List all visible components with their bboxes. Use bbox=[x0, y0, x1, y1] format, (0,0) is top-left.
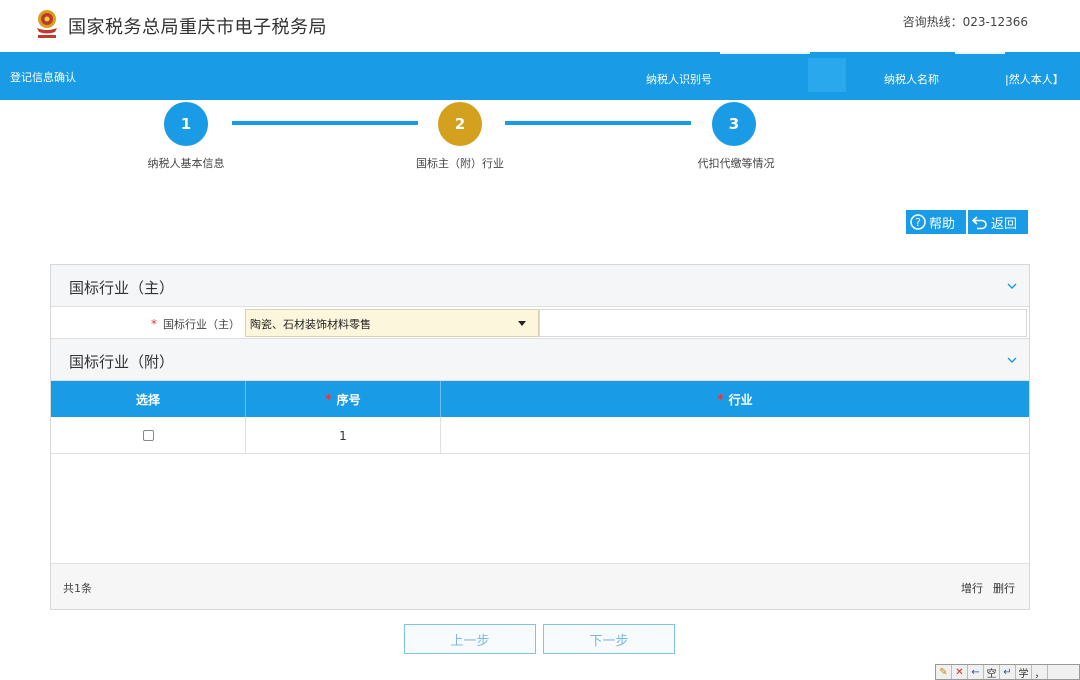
help-icon: ? bbox=[910, 214, 926, 230]
row-number-cell: 1 bbox=[246, 417, 441, 454]
return-arrow-icon bbox=[972, 214, 988, 230]
hotline-text: 咨询热线：023-12366 bbox=[902, 15, 1028, 29]
help-label: 帮助 bbox=[929, 216, 956, 232]
taxpayer-info-bar: 登记信息确认 纳税人识别号 纳税人名称 |然人本人】 bbox=[0, 52, 1080, 100]
back-label: 返回 bbox=[991, 216, 1018, 232]
chevron-down-icon[interactable] bbox=[1007, 281, 1017, 291]
row-checkbox[interactable] bbox=[142, 430, 154, 441]
main-industry-value: 陶瓷、石材装饰材料零售 bbox=[250, 318, 371, 331]
add-row-link[interactable]: 增行 bbox=[961, 580, 983, 596]
step-3-label: 代扣代缴等情况 bbox=[697, 157, 775, 170]
help-button[interactable]: ? 帮助 bbox=[906, 210, 966, 234]
svg-text:?: ? bbox=[915, 216, 921, 229]
column-header-industry: * 行业 bbox=[717, 392, 753, 407]
ime-punct-button[interactable]: ， bbox=[1032, 665, 1048, 680]
step-connector bbox=[505, 121, 691, 125]
row-select-cell bbox=[51, 417, 246, 454]
ime-enter-icon[interactable]: ↵ bbox=[1000, 665, 1016, 679]
step-connector bbox=[232, 121, 418, 125]
next-step-button[interactable]: 下一步 bbox=[543, 624, 675, 654]
taxpayer-name-label: 纳税人名称 bbox=[884, 73, 939, 86]
column-header-select: 选择 bbox=[51, 381, 246, 417]
info-bar-block bbox=[808, 58, 846, 92]
previous-step-button[interactable]: 上一步 bbox=[404, 624, 536, 654]
industry-panel: 国标行业（主） * 国标行业（主） 陶瓷、石材装饰材料零售 国标行业（附） 选择 … bbox=[50, 264, 1030, 610]
main-industry-title: 国标行业（主） bbox=[69, 279, 175, 297]
step-1-label: 纳税人基本信息 bbox=[147, 157, 225, 170]
site-title: 国家税务总局重庆市电子税务局 bbox=[68, 17, 327, 38]
header: 国家税务总局重庆市电子税务局 咨询热线：023-12366 bbox=[0, 0, 1080, 52]
column-header-number: * 序号 bbox=[246, 381, 441, 417]
step-1-circle[interactable]: 1 bbox=[164, 102, 208, 146]
step-2-circle-active[interactable]: 2 bbox=[438, 102, 482, 146]
step-3-circle[interactable]: 3 bbox=[712, 102, 756, 146]
main-industry-field-label: * 国标行业（主） bbox=[151, 317, 240, 331]
main-industry-select[interactable]: 陶瓷、石材装饰材料零售 bbox=[245, 309, 539, 337]
tax-emblem-icon bbox=[37, 10, 57, 38]
chevron-down-icon[interactable] bbox=[1007, 355, 1017, 365]
registration-confirm-label: 登记信息确认 bbox=[10, 71, 76, 84]
required-asterisk: * bbox=[325, 392, 332, 406]
natural-person-label: |然人本人】 bbox=[1005, 73, 1064, 86]
ime-arrow-icon[interactable]: ← bbox=[968, 665, 984, 679]
total-count: 共1条 bbox=[63, 582, 92, 595]
taxpayer-id-label: 纳税人识别号 bbox=[646, 73, 712, 86]
step-2-label: 国标主（附）行业 bbox=[416, 157, 504, 170]
dropdown-arrow-icon[interactable] bbox=[518, 321, 526, 326]
sub-industry-title: 国标行业（附） bbox=[69, 353, 175, 371]
main-industry-extra-cell bbox=[539, 309, 1027, 337]
ime-learn-button[interactable]: 学 bbox=[1016, 665, 1032, 680]
ime-toolbar: ✎ ✕ ← 空 ↵ 学 ， bbox=[935, 664, 1080, 680]
required-asterisk: * bbox=[151, 317, 157, 331]
main-industry-section-header[interactable]: 国标行业（主） bbox=[51, 265, 1029, 307]
ime-close-icon[interactable]: ✕ bbox=[952, 665, 968, 679]
delete-row-link[interactable]: 删行 bbox=[993, 580, 1015, 596]
required-asterisk: * bbox=[717, 392, 724, 406]
sub-industry-table-header: 选择 * 序号 * 行业 bbox=[51, 381, 1029, 417]
ime-space-button[interactable]: 空 bbox=[984, 665, 1000, 680]
bar-accent bbox=[955, 52, 1005, 54]
table-footer: 共1条 增行 删行 bbox=[51, 563, 1029, 609]
page: 国家税务总局重庆市电子税务局 咨询热线：023-12366 登记信息确认 纳税人… bbox=[0, 0, 1080, 680]
back-button[interactable]: 返回 bbox=[968, 210, 1028, 234]
ime-pen-icon[interactable]: ✎ bbox=[936, 665, 952, 679]
table-row: 1 bbox=[51, 417, 1029, 454]
row-industry-cell[interactable] bbox=[441, 417, 1029, 454]
main-industry-field-row: * 国标行业（主） 陶瓷、石材装饰材料零售 bbox=[51, 307, 1029, 339]
sub-industry-section-header[interactable]: 国标行业（附） bbox=[51, 339, 1029, 381]
bar-accent bbox=[720, 52, 810, 54]
